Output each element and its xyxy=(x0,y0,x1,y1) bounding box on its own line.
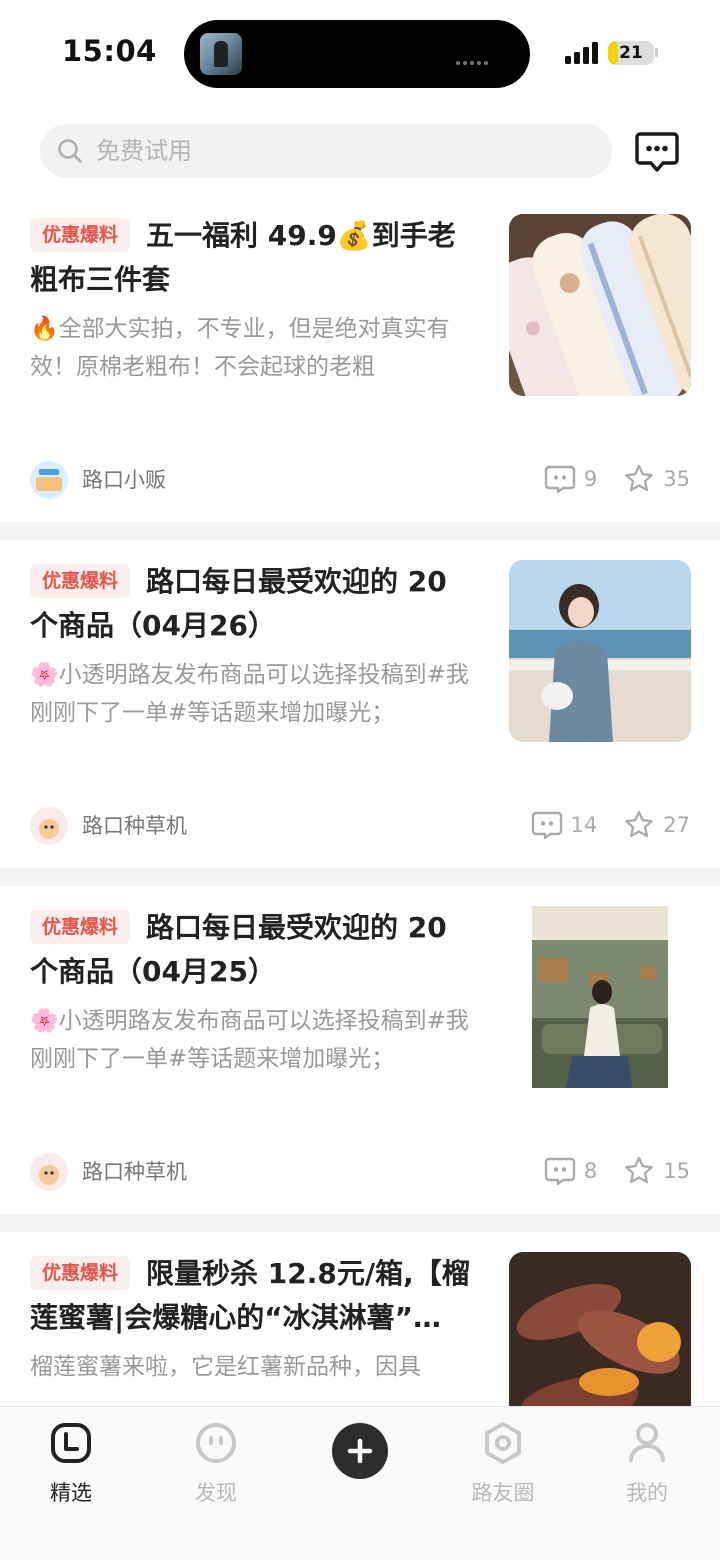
gallery-photo-image xyxy=(532,906,668,1088)
comment-count: 8 xyxy=(583,1159,598,1183)
smiley-face-icon xyxy=(196,1423,236,1463)
seaside-photo-image xyxy=(509,560,691,742)
card-description: 🌸小透明路友发布商品可以选择投稿到#我刚刚下了一单#等话题来增加曝光； xyxy=(30,1008,469,1072)
star-icon xyxy=(625,1156,654,1184)
avatar[interactable] xyxy=(30,1153,68,1191)
battery-cap xyxy=(655,48,658,57)
status-time: 15:04 xyxy=(62,34,157,68)
author-name: 路口小贩 xyxy=(82,468,166,492)
author-name: 路口种草机 xyxy=(82,1160,187,1184)
card-description: 🔥全部大实拍，不专业，但是绝对真实有效！原棉老粗布！不会起球的老粗 xyxy=(30,316,450,380)
card-description: 榴莲蜜薯来啦，它是红薯新品种，因具 xyxy=(30,1354,421,1380)
card-divider xyxy=(0,868,720,886)
now-playing-thumbnail[interactable] xyxy=(200,33,242,75)
deal-tag: 优惠爆料 xyxy=(30,218,131,252)
hexagon-icon xyxy=(485,1422,521,1464)
comment-stat[interactable]: 8 xyxy=(544,1155,597,1187)
tab-featured[interactable]: 精选 xyxy=(16,1421,126,1507)
card-divider xyxy=(0,522,720,540)
tab-label: 精选 xyxy=(50,1481,92,1505)
deal-tag: 优惠爆料 xyxy=(30,910,131,944)
feed-card[interactable]: 优惠爆料 五一福利 49.9💰到手老粗布三件套 🔥全部大实拍，不专业，但是绝对真实… xyxy=(0,194,720,522)
favorite-count: 27 xyxy=(663,813,690,837)
comment-stat[interactable]: 14 xyxy=(531,809,598,841)
card-thumbnail[interactable] xyxy=(509,1252,691,1406)
tab-profile[interactable]: 我的 xyxy=(592,1421,702,1507)
tab-discover[interactable]: 发现 xyxy=(161,1421,271,1507)
card-content: 优惠爆料 路口每日最受欢迎的 20 个商品（04月25） 🌸小透明路友发布商品可以… xyxy=(30,906,480,1078)
star-icon xyxy=(625,810,654,838)
battery-icon: 21 xyxy=(608,41,654,65)
card-title[interactable]: 优惠爆料 路口每日最受欢迎的 20 个商品（04月25） xyxy=(30,906,480,994)
card-description: 🌸小透明路友发布商品可以选择投稿到#我刚刚下了一单#等话题来增加曝光； xyxy=(30,662,469,726)
comment-icon xyxy=(544,1157,576,1186)
avatar[interactable] xyxy=(30,461,68,499)
add-post-button[interactable] xyxy=(332,1423,388,1479)
feed-card[interactable]: 优惠爆料 限量秒杀 12.8元/箱,【榴莲蜜薯|会爆糖心的“冰淇淋薯”… 榴莲蜜薯… xyxy=(0,1232,720,1406)
comment-icon xyxy=(531,811,562,840)
favorite-count: 35 xyxy=(663,467,690,491)
card-thumbnail[interactable] xyxy=(509,560,691,742)
card-content: 优惠爆料 限量秒杀 12.8元/箱,【榴莲蜜薯|会爆糖心的“冰淇淋薯”… 榴莲蜜薯… xyxy=(30,1252,480,1386)
tab-label: 路友圈 xyxy=(471,1481,535,1505)
comment-count: 9 xyxy=(583,467,598,491)
card-stats: 9 35 xyxy=(518,462,690,496)
card-title[interactable]: 优惠爆料 限量秒杀 12.8元/箱,【榴莲蜜薯|会爆糖心的“冰淇淋薯”… xyxy=(30,1252,480,1340)
activity-dots-icon xyxy=(456,50,500,65)
tab-label: 我的 xyxy=(626,1481,668,1505)
chat-bubble-icon[interactable] xyxy=(634,130,680,174)
card-thumbnail[interactable] xyxy=(509,214,691,396)
tab-community[interactable]: 路友圈 xyxy=(448,1421,558,1507)
avatar[interactable] xyxy=(30,807,68,845)
search-bar[interactable]: 免费试用 xyxy=(40,124,612,178)
clock-square-icon xyxy=(51,1423,91,1463)
comment-count: 14 xyxy=(570,813,598,837)
author-name: 路口种草机 xyxy=(82,814,187,838)
favorite-stat[interactable]: 35 xyxy=(623,463,690,495)
rolled-sheets-image xyxy=(509,214,691,396)
favorite-count: 15 xyxy=(663,1159,690,1183)
card-title[interactable]: 优惠爆料 路口每日最受欢迎的 20 个商品（04月26） xyxy=(30,560,480,648)
dynamic-island[interactable] xyxy=(184,20,530,88)
card-title[interactable]: 优惠爆料 五一福利 49.9💰到手老粗布三件套 xyxy=(30,214,480,302)
tab-bar: 精选 发现 路友圈 我的 xyxy=(0,1406,720,1560)
favorite-stat[interactable]: 15 xyxy=(623,1155,690,1187)
deal-tag: 优惠爆料 xyxy=(30,564,131,598)
card-divider xyxy=(0,1214,720,1232)
sweet-potato-image xyxy=(509,1252,691,1406)
search-input[interactable]: 免费试用 xyxy=(96,136,192,166)
status-bar: 15:04 21 xyxy=(0,0,720,106)
person-icon xyxy=(629,1423,665,1462)
comment-stat[interactable]: 9 xyxy=(544,463,597,495)
card-content: 优惠爆料 路口每日最受欢迎的 20 个商品（04月26） 🌸小透明路友发布商品可以… xyxy=(30,560,480,732)
feed-card[interactable]: 优惠爆料 路口每日最受欢迎的 20 个商品（04月26） 🌸小透明路友发布商品可以… xyxy=(0,540,720,868)
cellular-signal-icon xyxy=(565,42,599,64)
battery-level: 21 xyxy=(619,43,643,63)
search-icon xyxy=(58,139,82,163)
feed-card[interactable]: 优惠爆料 路口每日最受欢迎的 20 个商品（04月25） 🌸小透明路友发布商品可以… xyxy=(0,886,720,1214)
tab-label: 发现 xyxy=(195,1481,237,1505)
plus-icon xyxy=(347,1438,373,1464)
comment-icon xyxy=(544,465,576,494)
favorite-stat[interactable]: 27 xyxy=(623,809,690,841)
card-content: 优惠爆料 五一福利 49.9💰到手老粗布三件套 🔥全部大实拍，不专业，但是绝对真实… xyxy=(30,214,480,386)
card-stats: 8 15 xyxy=(518,1154,690,1188)
deal-tag: 优惠爆料 xyxy=(30,1256,131,1290)
star-icon xyxy=(625,464,654,492)
feed-list[interactable]: 优惠爆料 五一福利 49.9💰到手老粗布三件套 🔥全部大实拍，不专业，但是绝对真实… xyxy=(0,194,720,1406)
card-thumbnail[interactable] xyxy=(532,906,668,1088)
card-stats: 14 27 xyxy=(505,808,690,842)
